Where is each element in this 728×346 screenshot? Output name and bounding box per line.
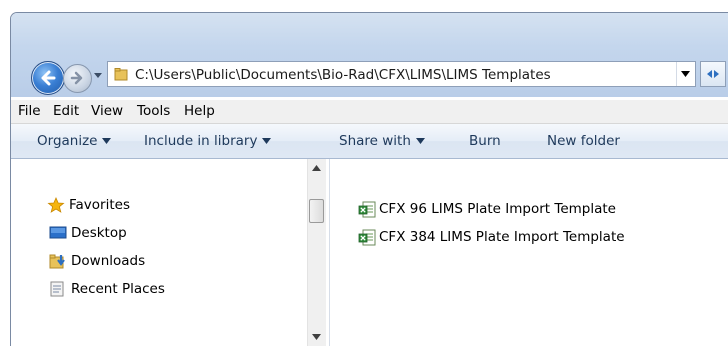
- navigation-pane: Favorites Desktop Downloads Recent Place…: [11, 159, 330, 346]
- forward-button[interactable]: [63, 64, 92, 93]
- new-folder-button[interactable]: New folder: [547, 133, 620, 149]
- command-bar: Organize Include in library Share with B…: [11, 124, 728, 159]
- chevron-down-icon: [415, 138, 425, 144]
- address-path: C:\Users\Public\Documents\Bio-Rad\CFX\LI…: [135, 67, 551, 83]
- excel-csv-file-icon: [358, 229, 376, 246]
- refresh-icon: [707, 70, 719, 78]
- share-with-button[interactable]: Share with: [339, 133, 425, 149]
- chevron-down-icon: [262, 138, 272, 144]
- file-name: CFX 384 LIMS Plate Import Template: [379, 229, 625, 245]
- downloads-label: Downloads: [71, 253, 146, 269]
- scroll-up-arrow-icon[interactable]: [312, 165, 321, 171]
- share-with-label: Share with: [339, 133, 411, 149]
- recent-places-label: Recent Places: [71, 281, 165, 297]
- organize-button[interactable]: Organize: [37, 133, 112, 149]
- include-in-library-button[interactable]: Include in library: [144, 133, 272, 149]
- chevron-down-icon: [681, 71, 690, 77]
- chevron-down-icon: [102, 138, 112, 144]
- menu-edit[interactable]: Edit: [53, 103, 79, 119]
- menu-file[interactable]: File: [18, 103, 41, 119]
- menu-help[interactable]: Help: [184, 103, 215, 119]
- back-button[interactable]: [31, 61, 65, 95]
- back-arrow-icon: [41, 70, 56, 86]
- burn-button[interactable]: Burn: [469, 133, 501, 149]
- desktop-icon: [49, 226, 67, 239]
- file-name: CFX 96 LIMS Plate Import Template: [379, 201, 616, 217]
- scroll-down-arrow-icon[interactable]: [312, 334, 321, 340]
- refresh-button[interactable]: [700, 61, 726, 87]
- address-bar[interactable]: C:\Users\Public\Documents\Bio-Rad\CFX\LI…: [107, 61, 696, 87]
- explorer-window: C:\Users\Public\Documents\Bio-Rad\CFX\LI…: [10, 12, 728, 346]
- excel-csv-file-icon: [358, 201, 376, 218]
- menu-bar: File Edit View Tools Help: [11, 100, 728, 124]
- scrollbar-thumb[interactable]: [309, 199, 324, 223]
- menu-tools[interactable]: Tools: [137, 103, 170, 119]
- organize-label: Organize: [37, 133, 98, 149]
- star-icon: [47, 197, 65, 213]
- desktop-label: Desktop: [71, 225, 127, 241]
- address-history-dropdown[interactable]: [676, 62, 695, 86]
- favorites-label: Favorites: [69, 197, 130, 213]
- recent-pages-dropdown-icon[interactable]: [93, 72, 103, 79]
- file-list-pane: CFX 96 LIMS Plate Import Template CFX 38…: [331, 159, 728, 346]
- forward-arrow-icon: [70, 71, 83, 85]
- navigation-pane-scrollbar[interactable]: [307, 159, 326, 346]
- navigation-bar: C:\Users\Public\Documents\Bio-Rad\CFX\LI…: [11, 57, 728, 99]
- folder-icon: [114, 68, 128, 81]
- menu-view[interactable]: View: [91, 103, 123, 119]
- recent-places-icon: [50, 281, 64, 297]
- include-in-library-label: Include in library: [144, 133, 258, 149]
- downloads-folder-icon: [49, 254, 65, 269]
